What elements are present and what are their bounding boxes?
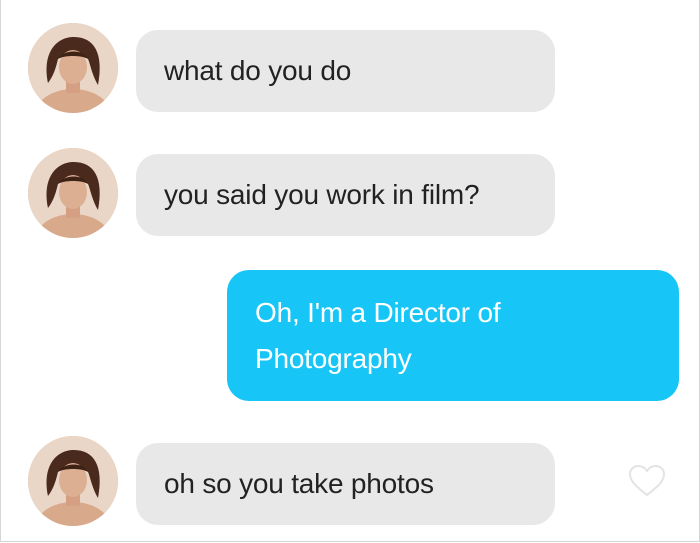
message-text: oh so you take photos xyxy=(164,468,434,499)
message-bubble-incoming[interactable]: you said you work in film? xyxy=(136,154,555,236)
message-text: what do you do xyxy=(164,55,352,86)
message-text-line: Oh, I'm a Director of xyxy=(255,297,501,328)
heart-icon[interactable] xyxy=(628,464,666,498)
contact-avatar[interactable] xyxy=(28,23,118,113)
message-text-line: Photography xyxy=(255,343,412,374)
message-text: you said you work in film? xyxy=(164,179,480,210)
chat-thread: what do you do you said you work in film… xyxy=(0,0,700,542)
message-bubble-outgoing[interactable]: Oh, I'm a Director of Photography xyxy=(227,270,679,401)
message-bubble-incoming[interactable]: what do you do xyxy=(136,30,555,112)
avatar-photo xyxy=(28,436,118,526)
avatar-photo xyxy=(28,148,118,238)
contact-avatar[interactable] xyxy=(28,436,118,526)
contact-avatar[interactable] xyxy=(28,148,118,238)
avatar-photo xyxy=(28,23,118,113)
message-bubble-incoming[interactable]: oh so you take photos xyxy=(136,443,555,525)
